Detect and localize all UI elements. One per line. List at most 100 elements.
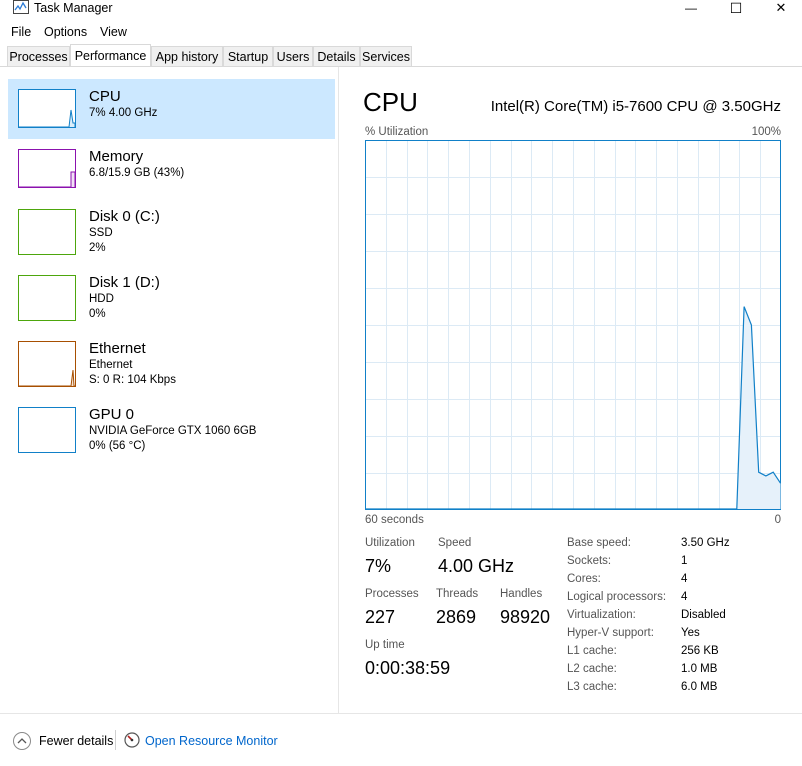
spec-row: Hyper-V support: Yes bbox=[567, 624, 747, 642]
graph-label: % Utilization bbox=[365, 126, 429, 138]
spec-value: Disabled bbox=[681, 609, 726, 621]
spec-value: 4 bbox=[681, 591, 688, 603]
spec-value: 256 KB bbox=[681, 645, 719, 657]
tab-strip: Processes Performance App history Startu… bbox=[0, 44, 802, 68]
resource-detail: 7% 4.00 GHz bbox=[89, 107, 158, 119]
open-resource-monitor-link[interactable]: Open Resource Monitor bbox=[145, 734, 278, 749]
maximize-button[interactable]: ☐ bbox=[713, 0, 759, 16]
threads-value: 2869 bbox=[436, 607, 477, 627]
tab-app-history[interactable]: App history bbox=[151, 46, 223, 66]
resource-detail: HDD bbox=[89, 293, 114, 305]
close-button[interactable]: ✕ bbox=[758, 0, 802, 16]
spec-row: Virtualization: Disabled bbox=[567, 606, 747, 624]
threads-label: Threads bbox=[436, 588, 479, 600]
resource-detail: SSD bbox=[89, 227, 113, 239]
processes-value: 227 bbox=[365, 607, 396, 627]
tab-performance[interactable]: Performance bbox=[70, 44, 151, 66]
resource-name: GPU 0 bbox=[89, 406, 135, 423]
spec-value: Yes bbox=[681, 627, 700, 639]
resource-name: Disk 0 (C:) bbox=[89, 208, 160, 225]
utilization-label: Utilization bbox=[365, 537, 415, 549]
ethernet-thumbnail-graph bbox=[18, 341, 76, 387]
cpu-specs-table: Base speed: 3.50 GHz Sockets: 1 Cores: 4 Lo… bbox=[567, 534, 747, 696]
spec-value: 3.50 GHz bbox=[681, 537, 730, 549]
graph-max-label: 100% bbox=[751, 126, 781, 138]
fewer-details-button[interactable] bbox=[12, 731, 32, 756]
chevron-up-icon bbox=[13, 732, 31, 750]
utilization-value: 7% bbox=[365, 556, 392, 576]
spec-row: L3 cache: 6.0 MB bbox=[567, 678, 747, 696]
disk1-thumbnail-graph bbox=[18, 275, 76, 321]
tab-services[interactable]: Services bbox=[360, 46, 412, 66]
spec-row: Logical processors: 4 bbox=[567, 588, 747, 606]
maximize-icon: ☐ bbox=[729, 0, 743, 16]
resource-gpu-0[interactable]: GPU 0 NVIDIA GeForce GTX 1060 6GB 0% (56… bbox=[8, 397, 335, 457]
panel-divider bbox=[338, 67, 339, 713]
handles-value: 98920 bbox=[500, 607, 551, 627]
uptime-label: Up time bbox=[365, 639, 405, 651]
processes-label: Processes bbox=[365, 588, 419, 600]
menu-view[interactable]: View bbox=[100, 24, 127, 40]
resource-list: CPU 7% 4.00 GHz Memory 6.8/15.9 GB (43%)… bbox=[0, 67, 339, 713]
resource-disk-0[interactable]: Disk 0 (C:) SSD 2% bbox=[8, 199, 335, 259]
spec-key: Sockets: bbox=[567, 555, 612, 567]
spec-value: 4 bbox=[681, 573, 688, 585]
footer-separator bbox=[115, 730, 116, 750]
resource-name: Ethernet bbox=[89, 340, 146, 357]
cpu-model: Intel(R) Core(TM) i5-7600 CPU @ 3.50GHz bbox=[490, 98, 781, 115]
resource-ethernet[interactable]: Ethernet Ethernet S: 0 R: 104 Kbps bbox=[8, 331, 335, 391]
spec-row: L1 cache: 256 KB bbox=[567, 642, 747, 660]
spec-key: L1 cache: bbox=[567, 645, 617, 657]
resource-detail: 6.8/15.9 GB (43%) bbox=[89, 167, 185, 179]
spec-value: 6.0 MB bbox=[681, 681, 718, 693]
spec-key: L3 cache: bbox=[567, 681, 617, 693]
spec-value: 1.0 MB bbox=[681, 663, 718, 675]
tab-startup[interactable]: Startup bbox=[223, 46, 273, 66]
close-icon: ✕ bbox=[775, 0, 787, 15]
resource-detail-2: S: 0 R: 104 Kbps bbox=[89, 374, 176, 386]
tab-details[interactable]: Details bbox=[313, 46, 360, 66]
page-title: CPU bbox=[363, 87, 418, 117]
minimize-button[interactable]: — bbox=[668, 0, 714, 16]
disk0-thumbnail-graph bbox=[18, 209, 76, 255]
spec-value: 1 bbox=[681, 555, 688, 567]
gpu-thumbnail-graph bbox=[18, 407, 76, 453]
task-manager-icon bbox=[13, 0, 29, 14]
cpu-utilization-graph bbox=[365, 140, 781, 510]
spec-row: L2 cache: 1.0 MB bbox=[567, 660, 747, 678]
fewer-details-label[interactable]: Fewer details bbox=[39, 734, 113, 749]
menu-file[interactable]: File bbox=[11, 24, 31, 40]
resource-name: CPU bbox=[89, 88, 121, 105]
graph-zero-label: 0 bbox=[774, 514, 781, 526]
resource-disk-1[interactable]: Disk 1 (D:) HDD 0% bbox=[8, 265, 335, 325]
resource-monitor-icon bbox=[124, 732, 140, 753]
resource-name: Memory bbox=[89, 148, 144, 165]
resource-detail-2: 2% bbox=[89, 242, 106, 254]
cpu-thumbnail-graph bbox=[18, 89, 76, 128]
tab-processes[interactable]: Processes bbox=[7, 46, 70, 66]
spec-row: Cores: 4 bbox=[567, 570, 747, 588]
graph-time-label: 60 seconds bbox=[365, 514, 424, 526]
speed-value: 4.00 GHz bbox=[438, 556, 515, 576]
spec-row: Base speed: 3.50 GHz bbox=[567, 534, 747, 552]
spec-key: Logical processors: bbox=[567, 591, 667, 603]
resource-detail-2: 0% bbox=[89, 308, 106, 320]
uptime-value: 0:00:38:59 bbox=[365, 658, 451, 678]
spec-key: Cores: bbox=[567, 573, 601, 585]
memory-thumbnail-graph bbox=[18, 149, 76, 188]
handles-label: Handles bbox=[500, 588, 543, 600]
resource-memory[interactable]: Memory 6.8/15.9 GB (43%) bbox=[8, 139, 335, 199]
spec-row: Sockets: 1 bbox=[567, 552, 747, 570]
spec-key: Virtualization: bbox=[567, 609, 636, 621]
speed-label: Speed bbox=[438, 537, 472, 549]
minimize-icon: — bbox=[685, 1, 697, 15]
resource-detail: Ethernet bbox=[89, 359, 133, 371]
spec-key: Hyper-V support: bbox=[567, 627, 654, 639]
spec-key: Base speed: bbox=[567, 537, 631, 549]
menu-options[interactable]: Options bbox=[44, 24, 87, 40]
resource-cpu[interactable]: CPU 7% 4.00 GHz bbox=[8, 79, 335, 139]
tab-users[interactable]: Users bbox=[273, 46, 313, 66]
window-title: Task Manager bbox=[34, 1, 113, 15]
resource-detail-2: 0% (56 °C) bbox=[89, 440, 146, 452]
resource-name: Disk 1 (D:) bbox=[89, 274, 160, 291]
